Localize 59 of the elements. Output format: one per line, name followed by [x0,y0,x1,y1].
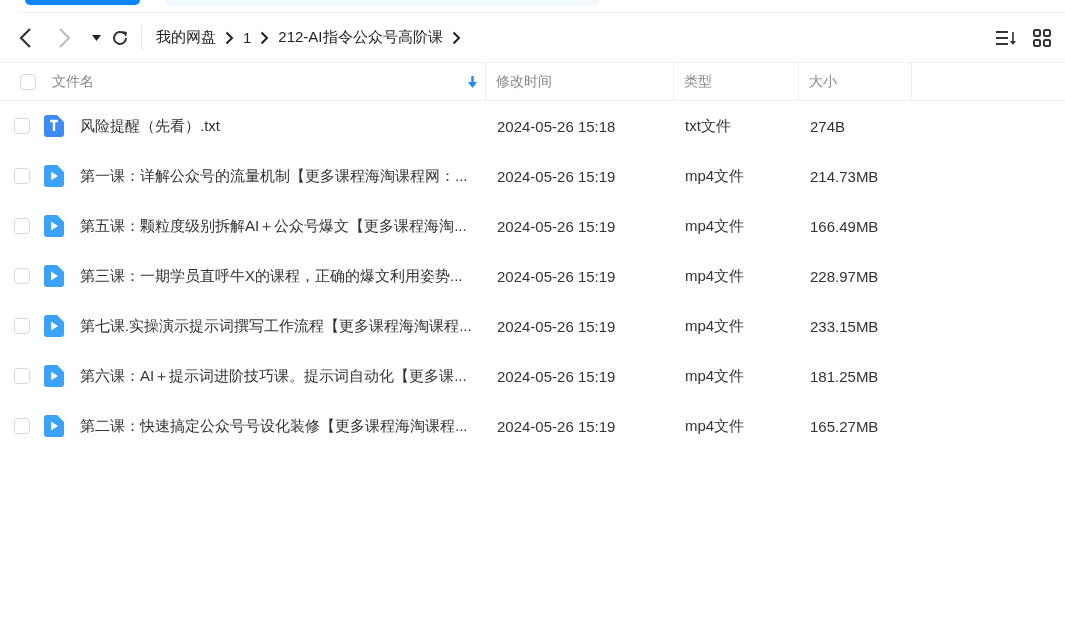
chevron-icon [225,30,234,45]
select-all-checkbox[interactable] [20,73,36,90]
file-type: mp4文件 [684,416,746,436]
file-size: 228.97MB [809,267,880,285]
button[interactable] [25,0,140,5]
file-type: mp4文件 [684,216,746,236]
modified-date: 2024-05-26 15:19 [496,167,617,185]
column-header[interactable]: 文件名 [52,72,468,91]
file-size: 274B [809,117,847,135]
modified-date: 2024-05-26 15:19 [496,217,617,235]
video-file-icon [44,265,64,287]
column-header[interactable]: 修改时间 [486,63,674,100]
file-name[interactable]: 第三课：一期学员直呼牛X的课程，正确的爆文利用姿势... [80,266,463,286]
text-file-icon [44,115,64,137]
file-size: 214.73MB [809,167,880,185]
file-type: txt文件 [684,116,732,136]
row-checkbox[interactable] [14,168,30,184]
row-checkbox[interactable] [14,368,30,384]
file-name[interactable]: 第七课.实操演示提示词撰写工作流程【更多课程海淘课程... [80,316,472,336]
sort-arrow-icon [468,75,477,88]
video-file-icon [44,215,64,237]
modified-date: 2024-05-26 15:19 [496,317,617,335]
file-size: 181.25MB [809,367,880,385]
file-type: mp4文件 [684,316,746,336]
chevron-icon [260,30,270,45]
row-checkbox[interactable] [14,268,30,284]
grid-view-icon[interactable] [1033,28,1051,47]
video-file-icon [44,415,64,437]
row-checkbox[interactable] [14,118,30,134]
video-file-icon [44,165,64,187]
row-checkbox[interactable] [14,218,30,234]
history-dropdown-button[interactable] [92,34,101,41]
file-size: 166.49MB [809,217,880,235]
sort-icon[interactable] [995,29,1017,46]
refresh-button[interactable] [111,28,129,47]
modified-date: 2024-05-26 15:19 [496,267,617,285]
modified-date: 2024-05-26 15:19 [496,367,617,385]
column-header[interactable]: 类型 [674,63,799,100]
column-header[interactable]: 大小 [799,63,912,100]
row-checkbox[interactable] [14,418,30,434]
file-type: mp4文件 [684,166,746,186]
breadcrumb-link[interactable]: 我的网盘 [156,28,216,47]
file-name[interactable]: 第二课：快速搞定公众号号设化装修【更多课程海淘课程... [80,416,468,436]
file-size: 233.15MB [809,317,880,335]
modified-date: 2024-05-26 15:18 [496,117,617,135]
file-type: mp4文件 [684,366,746,386]
row-checkbox[interactable] [14,318,30,334]
file-type: mp4文件 [684,266,746,286]
file-name[interactable]: 第一课：详解公众号的流量机制【更多课程海淘课程网：... [80,166,468,186]
video-file-icon [44,365,64,387]
breadcrumb-link[interactable]: 212-AI指令公众号高阶课 [278,28,443,47]
chevron-icon [451,30,461,45]
file-name[interactable]: 风险提醒（先看）.txt [80,116,220,136]
file-name[interactable]: 第六课：AI＋提示词进阶技巧课。提示词自动化【更多课... [80,366,467,386]
file-size: 165.27MB [809,417,880,435]
breadcrumb-link[interactable]: 1 [243,29,252,46]
modified-date: 2024-05-26 15:19 [496,417,617,435]
file-name[interactable]: 第五课：颗粒度级别拆解AI＋公众号爆文【更多课程海淘... [80,216,467,236]
video-file-icon [44,315,64,337]
